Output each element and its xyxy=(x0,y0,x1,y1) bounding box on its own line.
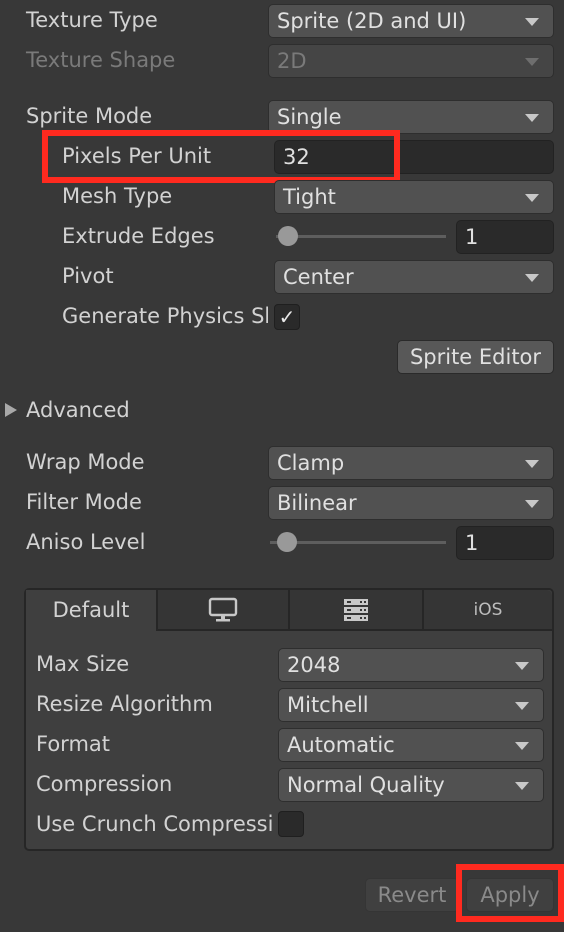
extrude-edges-slider-track[interactable] xyxy=(276,235,446,238)
tab-default[interactable]: Default xyxy=(26,590,158,631)
texture-type-dropdown[interactable]: Sprite (2D and UI) xyxy=(268,4,554,38)
aniso-level-label: Aniso Level xyxy=(26,530,146,554)
revert-button[interactable]: Revert xyxy=(365,878,459,912)
chevron-down-icon xyxy=(525,194,539,202)
advanced-foldout[interactable]: Advanced xyxy=(26,393,130,427)
resize-algorithm-label: Resize Algorithm xyxy=(36,692,213,716)
compression-label: Compression xyxy=(36,772,173,796)
chevron-down-icon xyxy=(525,58,539,66)
tab-ios[interactable]: iOS xyxy=(424,590,552,631)
chevron-down-icon xyxy=(515,742,529,750)
chevron-down-icon xyxy=(515,782,529,790)
mesh-type-label: Mesh Type xyxy=(62,184,173,208)
use-crunch-checkbox[interactable] xyxy=(278,811,304,837)
mesh-type-dropdown[interactable]: Tight xyxy=(274,180,554,214)
resize-algorithm-dropdown[interactable]: Mitchell xyxy=(278,688,544,722)
texture-shape-dropdown: 2D xyxy=(268,44,554,78)
server-icon xyxy=(344,599,368,621)
format-label: Format xyxy=(36,732,111,756)
extrude-edges-slider-handle[interactable] xyxy=(278,226,298,246)
extrude-edges-label: Extrude Edges xyxy=(62,224,215,248)
chevron-down-icon xyxy=(525,500,539,508)
compression-dropdown[interactable]: Normal Quality xyxy=(278,768,544,802)
pivot-value: Center xyxy=(283,265,354,289)
wrap-mode-dropdown[interactable]: Clamp xyxy=(268,446,554,480)
highlight-box xyxy=(456,864,564,922)
chevron-down-icon xyxy=(525,274,539,282)
extrude-edges-input[interactable]: 1 xyxy=(456,220,554,254)
format-dropdown[interactable]: Automatic xyxy=(278,728,544,762)
generate-physics-label: Generate Physics Shape xyxy=(62,304,268,328)
max-size-dropdown[interactable]: 2048 xyxy=(278,648,544,682)
chevron-down-icon xyxy=(525,18,539,26)
chevron-down-icon xyxy=(515,702,529,710)
texture-shape-value: 2D xyxy=(277,49,307,73)
sprite-mode-dropdown[interactable]: Single xyxy=(268,100,554,134)
filter-mode-label: Filter Mode xyxy=(26,490,142,514)
texture-type-value: Sprite (2D and UI) xyxy=(277,9,467,33)
sprite-editor-button[interactable]: Sprite Editor xyxy=(397,340,554,374)
aniso-level-slider-handle[interactable] xyxy=(277,532,297,552)
resize-algorithm-value: Mitchell xyxy=(287,693,369,717)
wrap-mode-value: Clamp xyxy=(277,451,345,475)
chevron-down-icon xyxy=(515,662,529,670)
texture-type-label: Texture Type xyxy=(26,8,158,32)
max-size-label: Max Size xyxy=(36,652,130,676)
foldout-arrow-icon[interactable] xyxy=(5,403,17,417)
format-value: Automatic xyxy=(287,733,395,757)
texture-shape-label: Texture Shape xyxy=(26,48,176,72)
monitor-icon xyxy=(208,597,238,622)
max-size-value: 2048 xyxy=(287,653,341,677)
use-crunch-label: Use Crunch Compression xyxy=(36,812,274,836)
chevron-down-icon xyxy=(525,460,539,468)
highlight-box xyxy=(42,130,400,183)
sprite-mode-label: Sprite Mode xyxy=(26,104,153,128)
mesh-type-value: Tight xyxy=(283,185,336,209)
pivot-label: Pivot xyxy=(62,264,114,288)
sprite-mode-value: Single xyxy=(277,105,342,129)
wrap-mode-label: Wrap Mode xyxy=(26,450,145,474)
pivot-dropdown[interactable]: Center xyxy=(274,260,554,294)
compression-value: Normal Quality xyxy=(287,773,445,797)
filter-mode-value: Bilinear xyxy=(277,491,357,515)
tab-server[interactable] xyxy=(290,590,424,631)
aniso-level-input[interactable]: 1 xyxy=(456,526,554,560)
chevron-down-icon xyxy=(525,114,539,122)
filter-mode-dropdown[interactable]: Bilinear xyxy=(268,486,554,520)
tab-standalone[interactable] xyxy=(158,590,290,631)
generate-physics-checkbox[interactable]: ✓ xyxy=(274,304,300,330)
